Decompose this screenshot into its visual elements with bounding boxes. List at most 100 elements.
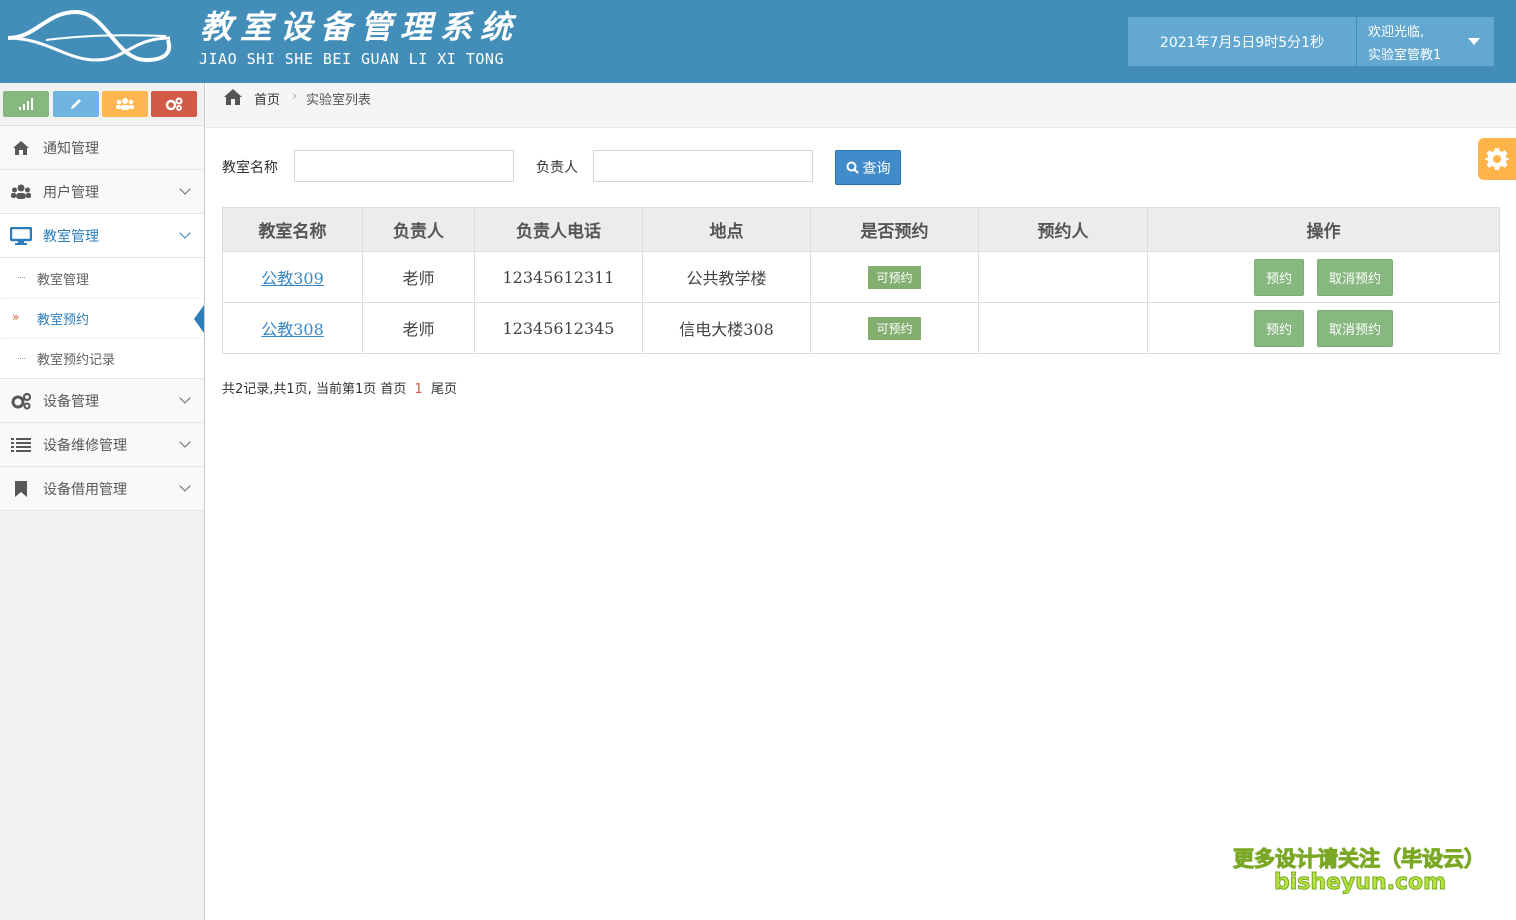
cancel-booking-button[interactable]: 取消预约	[1317, 309, 1394, 347]
top-navbar: 教室设备管理系统 JIAO SHI SHE BEI GUAN LI XI TON…	[0, 0, 1516, 83]
sidebar-subitem-classroom-booking[interactable]: » 教室预约	[0, 298, 204, 338]
table-row: 公教309 老师 12345612311 公共教学楼 可预约 预约 取消预约	[222, 251, 1500, 303]
pager-first-link[interactable]: 首页	[380, 382, 406, 397]
caret-down-icon	[1468, 38, 1480, 45]
current-datetime: 2021年7月5日9时5分1秒	[1128, 17, 1356, 66]
column-header: 操作	[1147, 207, 1500, 252]
search-button[interactable]: 查询	[835, 150, 901, 185]
gear-icon	[1485, 148, 1509, 170]
cogs-icon	[165, 97, 183, 111]
shortcut-pencil-button[interactable]	[53, 91, 99, 117]
table-header-row: 教室名称 负责人 负责人电话 地点 是否预约 预约人 操作	[222, 207, 1500, 252]
list-icon	[10, 436, 32, 454]
tree-dash	[18, 358, 25, 359]
watermark-url: bisheyun.com	[1273, 870, 1447, 896]
users-icon	[10, 183, 32, 201]
book-button[interactable]: 预约	[1253, 258, 1304, 296]
active-marker	[194, 305, 204, 333]
sidebar-subitem-label: 教室管理	[37, 272, 90, 288]
pager-last-link[interactable]: 尾页	[431, 382, 457, 397]
classroom-link[interactable]: 公教309	[261, 269, 324, 288]
sidebar: 通知管理 用户管理 教室管理 教室管理 » 教室预约 教室预约记录 设备管理 设…	[0, 83, 205, 920]
pager-current-page[interactable]: 1	[415, 382, 423, 397]
cell-booker	[978, 251, 1148, 303]
watermark-text: 更多设计请关注（毕设云）	[1233, 847, 1486, 872]
cell-owner: 老师	[362, 251, 475, 303]
sidebar-item-label: 教室管理	[43, 228, 99, 245]
shortcut-signal-button[interactable]	[3, 91, 49, 117]
sidebar-item-users[interactable]: 用户管理	[0, 170, 204, 214]
breadcrumb-home-link[interactable]: 首页	[254, 89, 280, 108]
shortcut-users-button[interactable]	[102, 91, 148, 117]
chevron-down-icon	[179, 183, 191, 195]
chevron-down-icon	[179, 436, 191, 448]
double-angle-right-icon: »	[12, 310, 20, 324]
app-subtitle: JIAO SHI SHE BEI GUAN LI XI TONG	[199, 50, 504, 68]
shortcut-bar	[0, 83, 204, 126]
column-header: 是否预约	[810, 207, 979, 252]
cell-phone: 12345612345	[474, 302, 643, 354]
sidebar-subitem-label: 教室预约记录	[37, 353, 116, 368]
search-icon	[846, 161, 859, 174]
signal-icon	[19, 98, 33, 110]
breadcrumb-separator: ›	[292, 89, 298, 104]
bookmark-icon	[10, 480, 32, 498]
chevron-down-icon	[179, 227, 191, 239]
sidebar-item-label: 设备借用管理	[43, 481, 127, 498]
book-button[interactable]: 预约	[1253, 309, 1304, 347]
cogs-icon	[10, 392, 32, 410]
table-row: 公教308 老师 12345612345 信电大楼308 可预约 预约 取消预约	[222, 302, 1500, 354]
sidebar-item-equipment[interactable]: 设备管理	[0, 379, 204, 423]
sidebar-item-label: 设备维修管理	[43, 437, 127, 454]
search-button-label: 查询	[862, 160, 891, 177]
chevron-down-icon	[179, 480, 191, 492]
sidebar-subitem-label: 教室预约	[37, 313, 90, 328]
breadcrumb: 首页 › 实验室列表	[206, 83, 1516, 128]
sidebar-subitem-classroom-manage[interactable]: 教室管理	[0, 258, 204, 298]
home-icon	[10, 139, 32, 157]
chevron-down-icon	[179, 392, 191, 404]
pencil-icon	[71, 99, 81, 109]
status-badge: 可预约	[868, 265, 921, 289]
column-header: 教室名称	[222, 207, 363, 252]
settings-toggle[interactable]	[1478, 138, 1516, 180]
user-menu[interactable]: 欢迎光临, 实验室管教1	[1357, 17, 1494, 66]
cell-actions: 预约 取消预约	[1147, 302, 1500, 354]
sidebar-item-label: 用户管理	[43, 184, 99, 201]
sidebar-item-notice[interactable]: 通知管理	[0, 126, 204, 170]
cancel-booking-button[interactable]: 取消预约	[1317, 258, 1394, 296]
cell-actions: 预约 取消预约	[1147, 251, 1500, 303]
owner-label: 负责人	[536, 160, 578, 176]
username: 实验室管教1	[1368, 48, 1442, 63]
sidebar-item-label: 设备管理	[43, 393, 99, 410]
sidebar-subitem-booking-records[interactable]: 教室预约记录	[0, 338, 204, 378]
sidebar-item-borrow[interactable]: 设备借用管理	[0, 467, 204, 511]
classroom-link[interactable]: 公教308	[261, 320, 324, 339]
sidebar-item-repair[interactable]: 设备维修管理	[0, 423, 204, 467]
tree-dash	[18, 277, 25, 278]
classroom-name-label: 教室名称	[222, 160, 278, 176]
column-header: 预约人	[978, 207, 1148, 252]
shortcut-cogs-button[interactable]	[151, 91, 197, 117]
pagination: 共2记录,共1页, 当前第1页 首页 1 尾页	[222, 378, 457, 397]
home-icon[interactable]	[223, 88, 243, 110]
column-header: 负责人电话	[474, 207, 643, 252]
sidebar-item-classroom[interactable]: 教室管理	[0, 214, 204, 258]
cell-location: 信电大楼308	[642, 302, 811, 354]
cell-phone: 12345612311	[474, 251, 643, 303]
owner-input[interactable]	[593, 150, 813, 182]
sidebar-item-label: 通知管理	[43, 140, 99, 157]
cell-booker	[978, 302, 1148, 354]
cell-name: 公教309	[222, 251, 363, 303]
desktop-icon	[10, 226, 32, 245]
classroom-name-input[interactable]	[294, 150, 514, 182]
cell-owner: 老师	[362, 302, 475, 354]
classroom-submenu: 教室管理 » 教室预约 教室预约记录	[0, 258, 204, 379]
users-icon	[116, 98, 134, 110]
cell-status: 可预约	[810, 302, 979, 354]
app-title: 教室设备管理系统	[200, 8, 521, 46]
cell-location: 公共教学楼	[642, 251, 811, 303]
cell-status: 可预约	[810, 251, 979, 303]
column-header: 负责人	[362, 207, 475, 252]
column-header: 地点	[642, 207, 811, 252]
